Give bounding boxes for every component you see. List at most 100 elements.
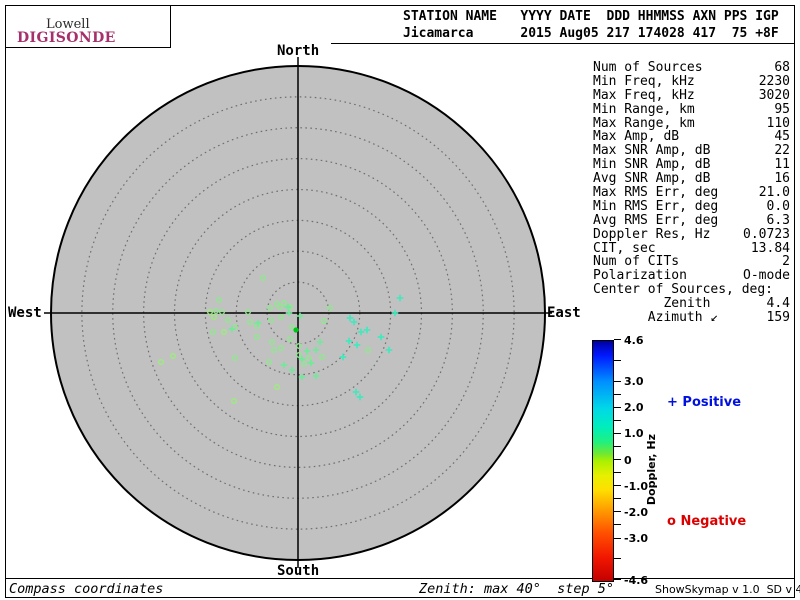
stat-label: Min RMS Err, deg bbox=[593, 198, 719, 214]
stat-row: Polarization O-mode bbox=[593, 269, 790, 283]
colorbar-tick-label: -4.6 bbox=[624, 573, 649, 587]
colorbar-tick-label: 4.6 bbox=[624, 333, 644, 347]
stat-value: 6.3 bbox=[766, 212, 790, 228]
stat-label: Zenith bbox=[593, 296, 711, 312]
stat-row: Num of Sources 68 bbox=[593, 61, 790, 75]
compass-label-north: North bbox=[277, 43, 320, 59]
stat-label: Polarization bbox=[593, 268, 687, 284]
colorbar-tick-label: -2.0 bbox=[624, 505, 649, 519]
stat-value: 110 bbox=[766, 115, 790, 131]
legend-positive: + Positive bbox=[667, 395, 742, 410]
stat-row: CIT, sec 13.84 bbox=[593, 240, 790, 256]
stat-label: Min Freq, kHz bbox=[593, 73, 695, 89]
colorbar-title: Doppler, Hz bbox=[645, 434, 658, 506]
stat-label: Min Range, km bbox=[593, 101, 695, 117]
stat-row: Max Range, km 110 bbox=[593, 115, 790, 131]
stat-value: 16 bbox=[774, 171, 790, 187]
colorbar-tick bbox=[614, 485, 621, 487]
colorbar-tick bbox=[614, 459, 621, 461]
stat-value: 13.84 bbox=[750, 240, 790, 256]
colorbar-tick bbox=[614, 446, 621, 448]
stat-label: Azimuth ↙ bbox=[593, 310, 719, 326]
stat-label: Max SNR Amp, dB bbox=[593, 143, 711, 159]
stats-panel: Num of Sources 68 Min Freq, kHz 2230 Max Fre… bbox=[593, 61, 790, 325]
stat-row: Avg SNR Amp, dB 16 bbox=[593, 172, 790, 186]
colorbar-tick bbox=[614, 558, 621, 560]
colorbar-tick bbox=[614, 394, 621, 396]
stat-row: Max Amp, dB 45 bbox=[593, 130, 790, 144]
stat-label: Max Range, km bbox=[593, 115, 695, 131]
stat-value: 68 bbox=[774, 60, 790, 75]
logo-box-border-right bbox=[170, 5, 171, 47]
colorbar-tick bbox=[614, 524, 621, 526]
colorbar-tick bbox=[614, 433, 621, 435]
header-divider bbox=[331, 43, 795, 44]
footer-divider bbox=[5, 578, 795, 579]
stat-value: 0.0723 bbox=[743, 226, 790, 242]
colorbar-tick bbox=[614, 339, 621, 341]
stat-label: Avg RMS Err, deg bbox=[593, 212, 719, 228]
stat-label: Min SNR Amp, dB bbox=[593, 157, 711, 173]
stat-row: Avg RMS Err, deg 6.3 bbox=[593, 212, 790, 228]
header-columns: STATION NAME YYYY DATE DDD HHMMSS AXN PP… bbox=[403, 9, 779, 24]
stat-row: Zenith 4.4 bbox=[593, 297, 790, 311]
colorbar-tick-label: 3.0 bbox=[624, 375, 644, 389]
footer-zenith-label: Zenith: max 40° step 5° bbox=[419, 581, 615, 597]
stat-row: Min RMS Err, deg 0.0 bbox=[593, 200, 790, 214]
footer-coordinates-label: Compass coordinates bbox=[9, 581, 164, 597]
colorbar-tick-label: 2.0 bbox=[624, 401, 644, 415]
stat-row: Min Range, km 95 bbox=[593, 101, 790, 117]
stat-value: 45 bbox=[774, 129, 790, 145]
stat-value: 0.0 bbox=[766, 198, 790, 214]
stat-row: Min Freq, kHz 2230 bbox=[593, 73, 790, 89]
stat-label: Center of Sources, deg: bbox=[593, 282, 774, 298]
colorbar-tick-label: 1.0 bbox=[624, 427, 644, 441]
stat-row: Center of Sources, deg: bbox=[593, 283, 790, 297]
stat-value: 2 bbox=[782, 254, 790, 270]
stat-value: 11 bbox=[774, 157, 790, 173]
stat-row: Doppler Res, Hz 0.0723 bbox=[593, 226, 790, 242]
colorbar-tick bbox=[614, 380, 621, 382]
stat-value: O-mode bbox=[743, 268, 790, 284]
stat-value: 95 bbox=[774, 101, 790, 117]
colorbar-tick bbox=[614, 407, 621, 409]
stat-value: 3020 bbox=[758, 87, 790, 103]
stat-label: Max Freq, kHz bbox=[593, 87, 695, 103]
doppler-colorbar bbox=[592, 340, 614, 582]
stat-row: Azimuth ↙ 159 bbox=[593, 311, 790, 325]
compass-label-south: South bbox=[277, 563, 320, 579]
logo-digisonde-text: DIGISONDE bbox=[17, 30, 116, 46]
colorbar-tick bbox=[614, 537, 621, 539]
colorbar-tick-label: -3.0 bbox=[624, 531, 649, 545]
stat-label: Doppler Res, Hz bbox=[593, 226, 711, 242]
colorbar-tick bbox=[614, 498, 621, 500]
stat-label: Num of CITs bbox=[593, 254, 680, 270]
colorbar-tick bbox=[614, 360, 621, 362]
stat-label: Num of Sources bbox=[593, 60, 703, 75]
colorbar-tick bbox=[614, 579, 621, 581]
stat-label: Max Amp, dB bbox=[593, 129, 680, 145]
legend-negative: o Negative bbox=[667, 514, 747, 529]
stat-row: Num of CITs 2 bbox=[593, 255, 790, 269]
showskymap-window: Lowell DIGISONDE STATION NAME YYYY DATE … bbox=[0, 0, 800, 600]
compass-label-east: East bbox=[547, 305, 581, 321]
stat-value: 21.0 bbox=[758, 185, 790, 201]
stat-value: 4.4 bbox=[766, 296, 790, 312]
colorbar-tick bbox=[614, 472, 621, 474]
stat-row: Max SNR Amp, dB 22 bbox=[593, 144, 790, 158]
stat-value: 159 bbox=[766, 310, 790, 326]
stat-row: Max RMS Err, deg 21.0 bbox=[593, 186, 790, 200]
footer-version-label: ShowSkymap v 1.0 SD v 4.2 bbox=[655, 583, 800, 596]
stat-value: 2230 bbox=[758, 73, 790, 89]
header-values: Jicamarca 2015 Aug05 217 174028 417 75 +… bbox=[403, 26, 779, 41]
compass-label-west: West bbox=[8, 305, 42, 321]
stat-label: CIT, sec bbox=[593, 240, 656, 256]
colorbar-tick-label: 0 bbox=[624, 453, 632, 467]
stat-value: 22 bbox=[774, 143, 790, 159]
colorbar-tick bbox=[614, 511, 621, 513]
colorbar-tick bbox=[614, 420, 621, 422]
stat-row: Max Freq, kHz 3020 bbox=[593, 87, 790, 103]
stat-label: Avg SNR Amp, dB bbox=[593, 171, 711, 187]
stat-row: Min SNR Amp, dB 11 bbox=[593, 158, 790, 172]
stat-label: Max RMS Err, deg bbox=[593, 185, 719, 201]
